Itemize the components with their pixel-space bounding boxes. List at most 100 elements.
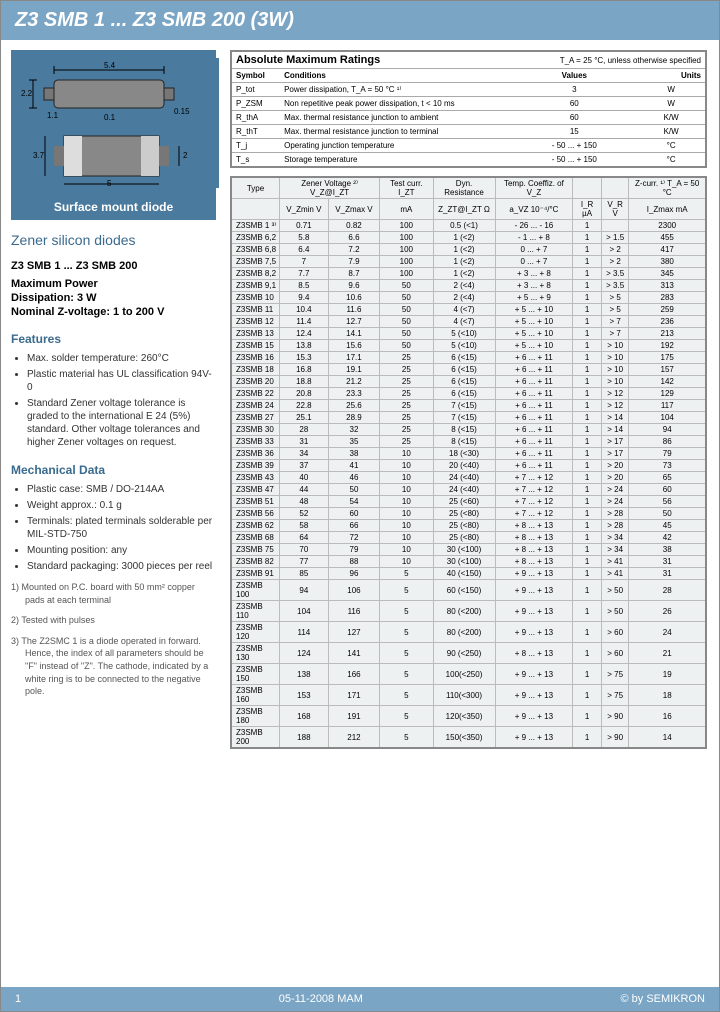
svg-text:0.1: 0.1 [104, 113, 116, 122]
table-cell: + 6 ... + 11 [495, 424, 573, 436]
table-cell: + 6 ... + 11 [495, 352, 573, 364]
table-cell: Z3SMB 12 [231, 316, 279, 328]
table-cell: Z3SMB 82 [231, 556, 279, 568]
table-cell: 40 [279, 472, 328, 484]
table-cell: 10 [380, 508, 433, 520]
table-cell: 1 [573, 256, 602, 268]
table-cell: 1 [573, 244, 602, 256]
footnote: 2) Tested with pulses [11, 614, 216, 627]
package-diagram: 5.4 2.2 1.1 0.1 0.15 3.7 2 5 [11, 50, 216, 196]
table-cell: 50 [380, 340, 433, 352]
table-cell: Max. thermal resistance junction to ambi… [280, 111, 511, 125]
table-cell: 24 (<40) [433, 484, 495, 496]
table-cell: Z3SMB 180 [231, 706, 279, 727]
table-cell: 1 [573, 388, 602, 400]
table-row: Z3SMB 120114127580 (<200)+ 9 ... + 131> … [231, 622, 706, 643]
table-row: Z3SMB 10094106560 (<150)+ 9 ... + 131> 5… [231, 580, 706, 601]
table-cell: Z3SMB 9,1 [231, 280, 279, 292]
table-cell: 50 [380, 292, 433, 304]
table-cell: 1 [573, 622, 602, 643]
table-cell: 1 [573, 556, 602, 568]
table-cell: 175 [629, 352, 706, 364]
table-cell: 5 [380, 685, 433, 706]
table-cell: 1 [573, 601, 602, 622]
table-row: Z3SMB 4340461024 (<40)+ 7 ... + 121> 206… [231, 472, 706, 484]
table-cell: 86 [629, 436, 706, 448]
table-cell: 236 [629, 316, 706, 328]
table-cell: 1 [573, 412, 602, 424]
table-cell: > 20 [601, 460, 629, 472]
table-header: I_R µA [573, 199, 602, 220]
table-cell: 106 [328, 580, 379, 601]
table-cell: Z3SMB 160 [231, 685, 279, 706]
table-cell: > 90 [601, 706, 629, 727]
table-cell: 7 [279, 256, 328, 268]
table-cell: 6 (<15) [433, 364, 495, 376]
table-cell: 4 (<7) [433, 316, 495, 328]
table-row: Z3SMB 333135258 (<15)+ 6 ... + 111> 1786 [231, 436, 706, 448]
list-item: Standard packaging: 3000 pieces per reel [27, 560, 216, 573]
table-cell: 1 [573, 643, 602, 664]
abs-hdr: Symbol [231, 69, 280, 83]
table-cell: 0.71 [279, 220, 328, 232]
table-cell: 6.6 [328, 232, 379, 244]
table-cell: 5.8 [279, 232, 328, 244]
table-cell: 6.4 [279, 244, 328, 256]
table-cell: 12.7 [328, 316, 379, 328]
table-cell: 1 [573, 316, 602, 328]
table-cell: Z3SMB 10 [231, 292, 279, 304]
table-cell: 1 [573, 568, 602, 580]
table-row: Z3SMB 7,577.91001 (<2)0 ... + 71> 2380 [231, 256, 706, 268]
table-row: Z3SMB 1601531715110(<300)+ 9 ... + 131> … [231, 685, 706, 706]
table-header [573, 177, 602, 199]
table-cell: 9.6 [328, 280, 379, 292]
table-cell: 25.1 [279, 412, 328, 424]
table-cell: 1 [573, 460, 602, 472]
table-cell: 1 [573, 400, 602, 412]
table-cell: > 2 [601, 256, 629, 268]
table-cell: 25 (<80) [433, 520, 495, 532]
table-cell: 15.6 [328, 340, 379, 352]
table-cell: > 75 [601, 664, 629, 685]
table-cell: 25 [380, 412, 433, 424]
table-cell: Z3SMB 150 [231, 664, 279, 685]
table-cell: 1 (<2) [433, 232, 495, 244]
table-cell: 20 (<40) [433, 460, 495, 472]
table-cell: 60 [629, 484, 706, 496]
table-cell [601, 220, 629, 232]
table-row: T_sStorage temperature- 50 ... + 150°C [231, 153, 706, 168]
table-cell: 30 (<100) [433, 556, 495, 568]
table-cell: + 6 ... + 11 [495, 388, 573, 400]
diagram-caption: Surface mount diode [11, 196, 216, 220]
table-cell: + 8 ... + 13 [495, 532, 573, 544]
table-cell: 5 [380, 580, 433, 601]
svg-text:5: 5 [107, 179, 112, 188]
table-cell: 50 [629, 508, 706, 520]
abs-hdr: Values [511, 69, 637, 83]
footnote: 1) Mounted on P.C. board with 50 mm² cop… [11, 581, 216, 606]
table-cell: P_ZSM [231, 97, 280, 111]
datasheet-page: Z3 SMB 1 ... Z3 SMB 200 (3W) 5.4 2.2 1.1… [0, 0, 720, 1012]
spec-line: Dissipation: 3 W [11, 292, 216, 304]
mech-heading: Mechanical Data [11, 463, 216, 477]
table-cell: > 24 [601, 496, 629, 508]
svg-text:3.7: 3.7 [33, 151, 45, 160]
table-cell: 16.8 [279, 364, 328, 376]
table-cell: 1 [573, 424, 602, 436]
table-cell: 31 [279, 436, 328, 448]
table-cell: 1 [573, 706, 602, 727]
table-cell: 79 [328, 544, 379, 556]
table-cell: Max. thermal resistance junction to term… [280, 125, 511, 139]
table-row: Z3SMB 918596540 (<150)+ 9 ... + 131> 413… [231, 568, 706, 580]
table-cell: Z3SMB 68 [231, 532, 279, 544]
table-cell: 1 [573, 220, 602, 232]
table-row: Z3SMB 110104116580 (<200)+ 9 ... + 131> … [231, 601, 706, 622]
table-cell: 58 [279, 520, 328, 532]
table-cell: 25 [380, 364, 433, 376]
list-item: Plastic case: SMB / DO-214AA [27, 483, 216, 496]
table-cell: > 60 [601, 643, 629, 664]
table-cell: 213 [629, 328, 706, 340]
table-cell: 5 [380, 601, 433, 622]
abs-max-table: Absolute Maximum Ratings T_A = 25 °C, un… [230, 50, 707, 168]
page-title-bar: Z3 SMB 1 ... Z3 SMB 200 (3W) [1, 1, 719, 40]
